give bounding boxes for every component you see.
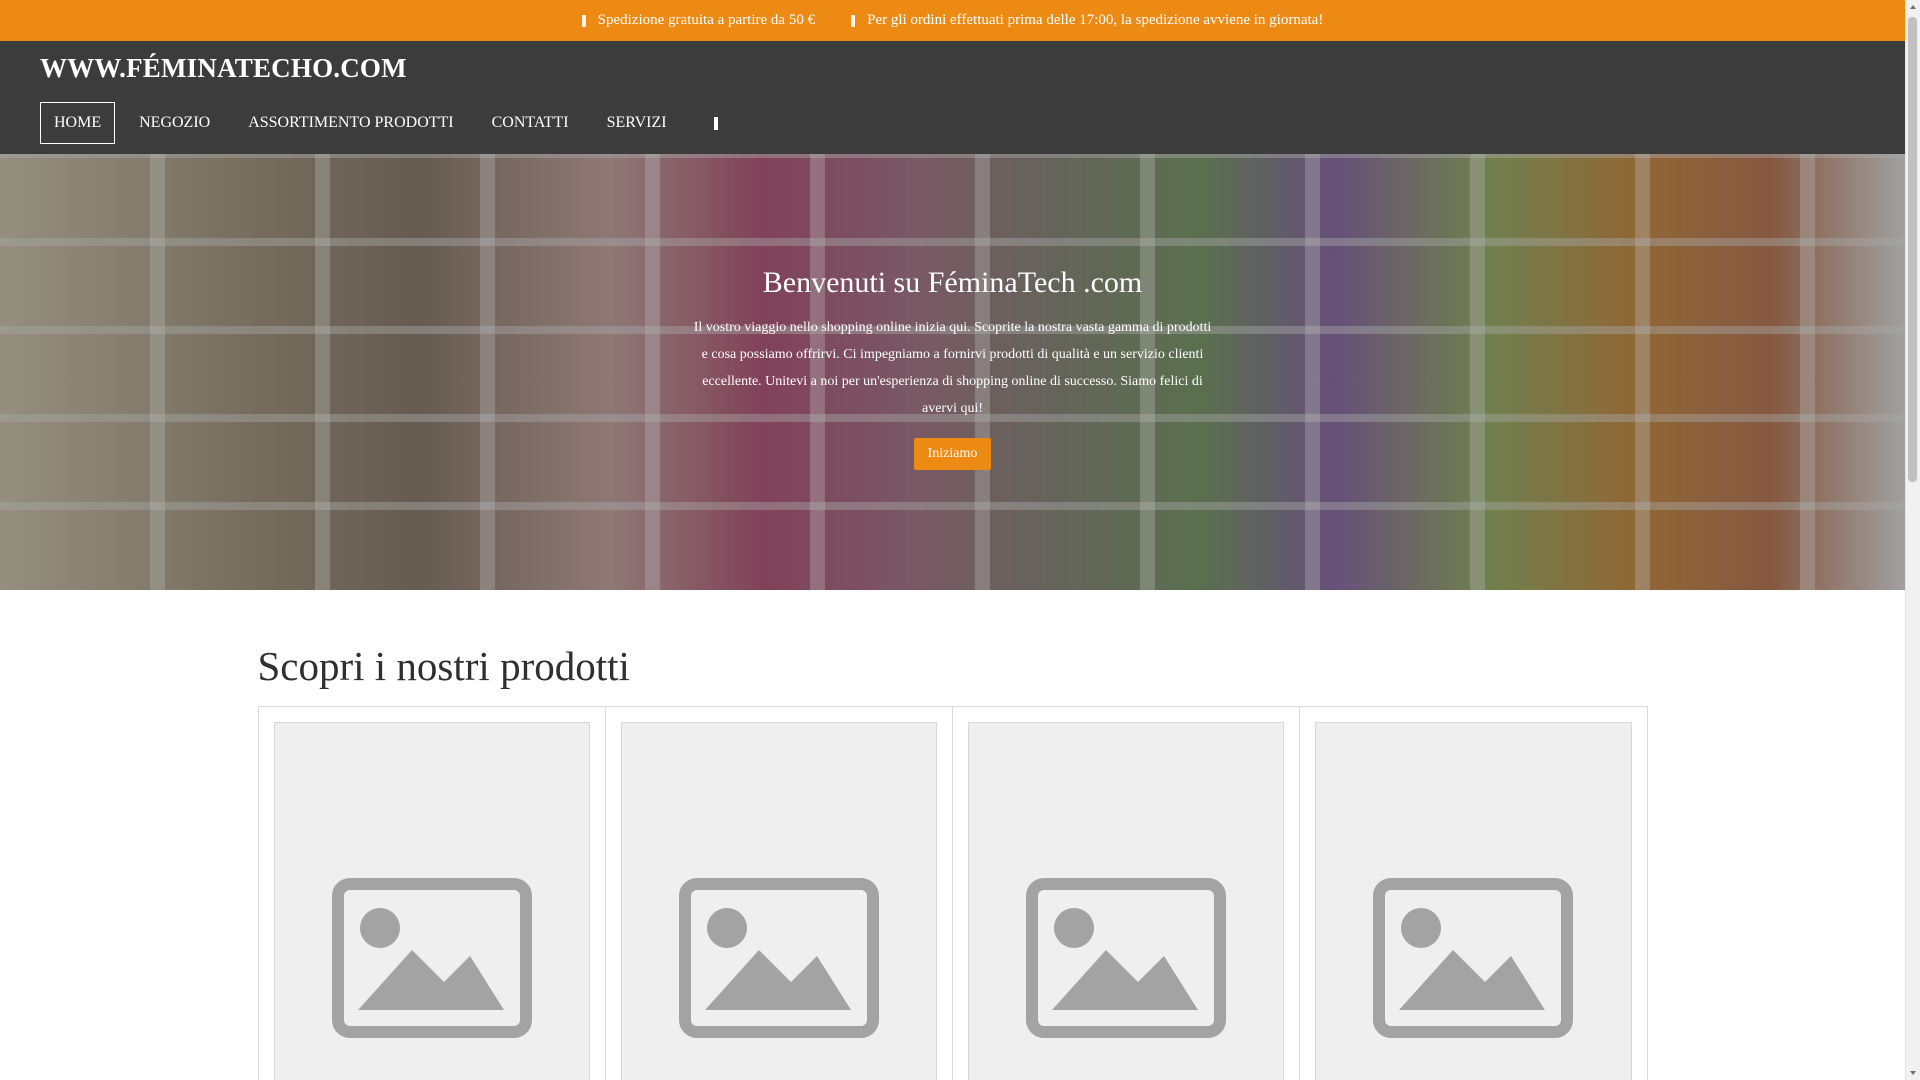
image-placeholder-icon <box>1026 878 1227 1038</box>
page: Spedizione gratuita a partire da 50 € Pe… <box>0 0 1905 1080</box>
page-scrollbar[interactable] <box>1905 0 1920 1080</box>
hero-description: Il vostro viaggio nello shopping online … <box>693 320 1212 416</box>
product-image[interactable] <box>968 722 1285 1080</box>
scrollbar-thumb[interactable] <box>1908 17 1917 482</box>
scroll-down-icon[interactable] <box>1910 1071 1916 1075</box>
truck-icon <box>581 14 586 27</box>
image-placeholder-icon <box>678 878 879 1038</box>
clock-icon <box>851 14 856 27</box>
announcement-shipping-text: Spedizione gratuita a partire da 50 € <box>597 12 816 28</box>
product-card[interactable] <box>606 707 953 1080</box>
nav-item-home[interactable]: HOME <box>40 102 116 144</box>
nav-item-assortimento-prodotti[interactable]: ASSORTIMENTO PRODOTTI <box>234 102 467 144</box>
nav-item-servizi[interactable]: SERVIZI <box>593 102 681 144</box>
announcement-bar: Spedizione gratuita a partire da 50 € Pe… <box>0 0 1905 41</box>
nav-item-negozio[interactable]: NEGOZIO <box>125 102 224 144</box>
product-card[interactable] <box>1300 707 1646 1080</box>
product-image[interactable] <box>1315 722 1632 1080</box>
product-image[interactable] <box>273 722 590 1080</box>
product-grid <box>257 706 1648 1080</box>
search-button[interactable] <box>701 102 731 144</box>
hero-banner: Benvenuti su FéminaTech .com Il vostro v… <box>0 154 1905 590</box>
hero-content: Benvenuti su FéminaTech .com Il vostro v… <box>0 266 1905 470</box>
products-section: Scopri i nostri prodotti <box>257 590 1648 1080</box>
search-icon <box>713 116 718 130</box>
product-card[interactable] <box>953 707 1301 1080</box>
announcement-shipping: Spedizione gratuita a partire da 50 € <box>581 12 816 29</box>
announcement-same-day-text: Per gli ordini effettuati prima delle 17… <box>867 12 1324 28</box>
image-placeholder-icon <box>331 878 532 1038</box>
announcement-same-day: Per gli ordini effettuati prima delle 17… <box>851 12 1323 29</box>
main-nav: HOME NEGOZIO ASSORTIMENTO PRODOTTI CONTA… <box>40 102 731 144</box>
site-header: WWW.FÉMINATECHO.COM HOME NEGOZIO ASSORTI… <box>0 41 1905 154</box>
product-image[interactable] <box>620 722 937 1080</box>
product-card[interactable] <box>259 707 606 1080</box>
get-started-button[interactable]: Iniziamo <box>913 438 992 470</box>
image-placeholder-icon <box>1373 878 1574 1038</box>
products-section-title: Scopri i nostri prodotti <box>257 643 630 689</box>
nav-item-contatti[interactable]: CONTATTI <box>478 102 583 144</box>
site-title-link[interactable]: WWW.FÉMINATECHO.COM <box>40 53 407 84</box>
hero-title: Benvenuti su FéminaTech .com <box>762 266 1143 299</box>
scroll-up-icon[interactable] <box>1910 5 1916 9</box>
